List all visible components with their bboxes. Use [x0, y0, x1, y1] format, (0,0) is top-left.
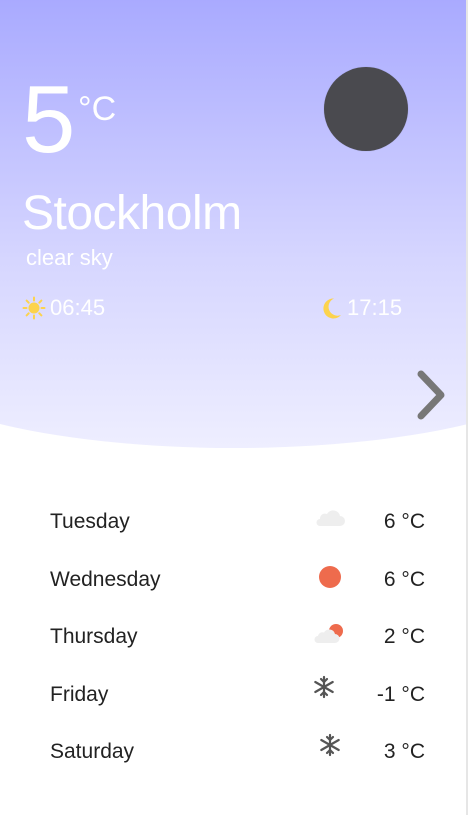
forecast-temp: 3 °C [383, 740, 425, 763]
current-weather-panel: 5 °C Stockholm clear sky 06:45 17:15 [0, 0, 468, 450]
forecast-row-thursday: Thursday 2 °C [0, 615, 468, 673]
forecast-temp: 6 °C [383, 567, 425, 591]
cloud-icon [316, 510, 345, 526]
forecast-day: Tuesday [50, 510, 130, 533]
forecast-row-friday: Friday -1 °C [0, 673, 468, 731]
forecast-row-saturday: Saturday 3 °C [0, 730, 468, 788]
forecast-day: Thursday [50, 625, 138, 648]
forecast-temp: 6 °C [383, 510, 425, 533]
current-temperature: 5 [22, 66, 76, 173]
weather-description: clear sky [26, 245, 113, 270]
moon-icon [323, 298, 341, 319]
partly-cloudy-icon [314, 624, 343, 643]
sunset-info: 17:15 [319, 295, 402, 321]
temperature-unit: °C [78, 90, 117, 128]
forecast-day: Friday [50, 682, 109, 706]
sun-icon [22, 296, 46, 320]
sun-icon [319, 565, 341, 588]
forecast-day: Saturday [50, 740, 135, 763]
forecast-day: Wednesday [50, 567, 161, 591]
sunrise-info: 06:45 [22, 295, 105, 321]
forecast-row-tuesday: Tuesday 6 °C [0, 500, 468, 558]
forecast-temp: -1 °C [376, 682, 425, 706]
city-name: Stockholm [22, 187, 242, 240]
forecast-temp: 2 °C [383, 625, 425, 648]
snowflake-icon [314, 675, 334, 698]
sunset-time: 17:15 [347, 295, 403, 320]
forecast-row-wednesday: Wednesday 6 °C [0, 558, 468, 616]
sunrise-time: 06:45 [50, 295, 106, 320]
snowflake-icon [320, 733, 340, 757]
dark-circle-icon [324, 67, 408, 151]
forecast-list: Tuesday 6 °C Wednesday 6 °C Thursday 2 °… [0, 500, 468, 788]
chevron-right-icon[interactable] [413, 368, 449, 422]
